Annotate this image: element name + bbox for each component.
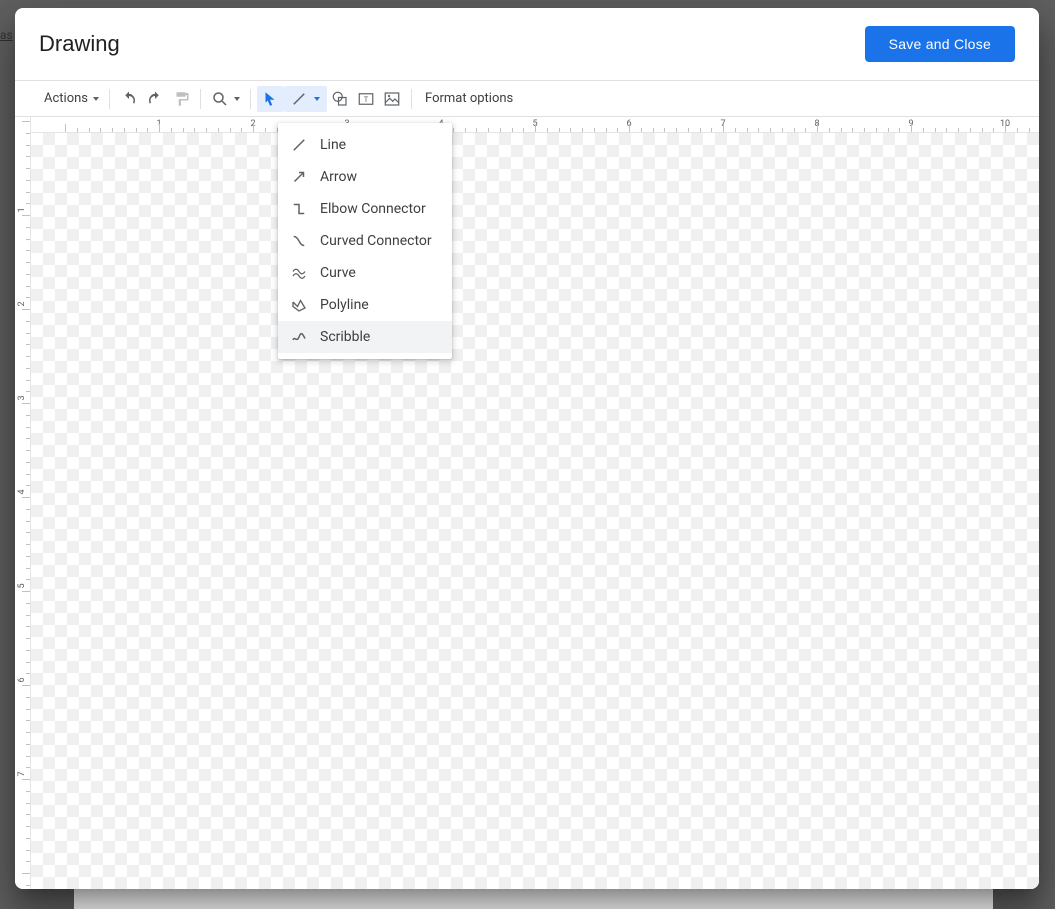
- undo-button[interactable]: [116, 86, 142, 112]
- ruler-number: 1: [17, 205, 27, 215]
- line-tool-button[interactable]: [283, 86, 327, 112]
- image-icon: [383, 90, 401, 108]
- format-options-label: Format options: [422, 91, 516, 106]
- format-options-button[interactable]: Format options: [418, 86, 520, 112]
- line-menu-item-polyline[interactable]: Polyline: [278, 289, 452, 321]
- curved-icon: [290, 232, 308, 250]
- select-tool-button[interactable]: [257, 86, 283, 112]
- shape-icon: [331, 90, 349, 108]
- undo-icon: [120, 90, 138, 108]
- caret-down-icon: [93, 97, 99, 101]
- redo-button[interactable]: [142, 86, 168, 112]
- image-tool-button[interactable]: [379, 86, 405, 112]
- polyline-icon: [290, 296, 308, 314]
- line-tool-dropdown: Line Arrow Elbow Connector Curved Connector…: [278, 123, 452, 359]
- zoom-button[interactable]: [207, 86, 244, 112]
- modal-title: Drawing: [39, 31, 120, 57]
- line-menu-item-label: Curved Connector: [320, 233, 432, 249]
- toolbar-separator: [250, 89, 251, 109]
- line-menu-item-curved[interactable]: Curved Connector: [278, 225, 452, 257]
- drawing-toolbar: Actions T: [15, 81, 1039, 117]
- line-menu-item-label: Polyline: [320, 297, 369, 313]
- ruler-number: 2: [17, 299, 27, 309]
- paint-format-icon: [172, 90, 190, 108]
- arrow-icon: [290, 168, 308, 186]
- redo-icon: [146, 90, 164, 108]
- drawing-modal: Drawing Save and Close Actions: [15, 8, 1039, 889]
- zoom-icon: [211, 90, 229, 108]
- ruler-number: 7: [17, 769, 27, 779]
- drawing-canvas[interactable]: [31, 133, 1039, 889]
- toolbar-separator: [411, 89, 412, 109]
- actions-label: Actions: [41, 91, 91, 106]
- save-and-close-button[interactable]: Save and Close: [865, 26, 1015, 62]
- cursor-icon: [261, 90, 279, 108]
- svg-text:T: T: [364, 95, 369, 104]
- elbow-icon: [290, 200, 308, 218]
- textbox-tool-button[interactable]: T: [353, 86, 379, 112]
- textbox-icon: T: [357, 90, 375, 108]
- line-menu-item-label: Curve: [320, 265, 356, 281]
- line-menu-item-label: Arrow: [320, 169, 357, 185]
- line-menu-item-line[interactable]: Line: [278, 129, 452, 161]
- curve-icon: [290, 264, 308, 282]
- shape-tool-button[interactable]: [327, 86, 353, 112]
- paint-format-button[interactable]: [168, 86, 194, 112]
- line-icon: [290, 136, 308, 154]
- line-menu-item-label: Line: [320, 137, 346, 153]
- line-menu-item-curve[interactable]: Curve: [278, 257, 452, 289]
- ruler-number: 5: [17, 581, 27, 591]
- ruler-number: 3: [17, 393, 27, 403]
- toolbar-separator: [109, 89, 110, 109]
- caret-down-icon: [314, 97, 320, 101]
- line-menu-item-scribble[interactable]: Scribble: [278, 321, 452, 353]
- line-menu-item-elbow[interactable]: Elbow Connector: [278, 193, 452, 225]
- backdrop-link: as: [0, 28, 13, 42]
- canvas-wrap: 1 2 3 4 5 6 7 12345678910: [15, 117, 1039, 889]
- line-menu-item-label: Scribble: [320, 329, 370, 345]
- line-menu-item-arrow[interactable]: Arrow: [278, 161, 452, 193]
- modal-header: Drawing Save and Close: [15, 8, 1039, 81]
- caret-down-icon: [234, 97, 240, 101]
- horizontal-ruler[interactable]: 12345678910: [31, 117, 1039, 133]
- line-tool-icon: [290, 90, 308, 108]
- actions-menu-button[interactable]: Actions: [37, 86, 103, 112]
- line-menu-item-label: Elbow Connector: [320, 201, 426, 217]
- scribble-icon: [290, 328, 308, 346]
- ruler-number: 6: [17, 675, 27, 685]
- ruler-number: 4: [17, 487, 27, 497]
- toolbar-separator: [200, 89, 201, 109]
- vertical-ruler[interactable]: 1 2 3 4 5 6 7: [15, 117, 31, 889]
